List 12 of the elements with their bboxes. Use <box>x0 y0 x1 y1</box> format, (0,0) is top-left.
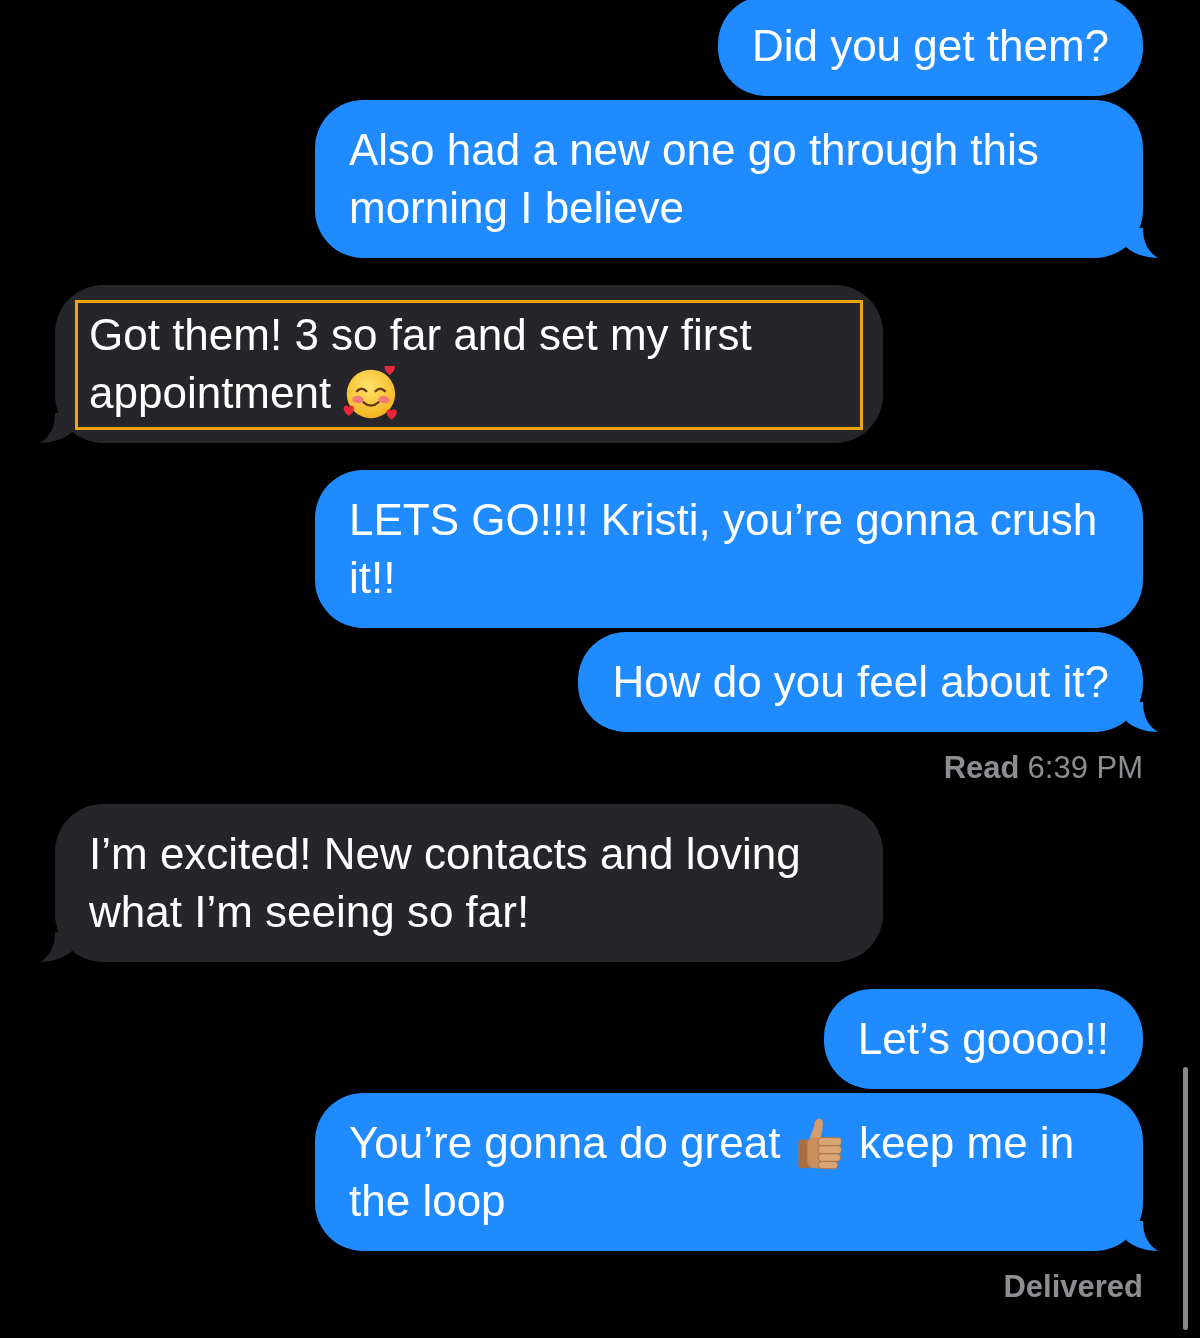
receipt-time: 6:39 PM <box>1027 750 1143 786</box>
message-text: Got them! 3 so far and set my first appointment <box>89 306 849 422</box>
receipt-status: Read <box>943 750 1020 786</box>
message-text: LETS GO!!!! Kristi, you’re gonna crush it!! <box>349 494 1099 604</box>
smiling-face-with-hearts-icon <box>343 366 398 420</box>
message-text: You’re gonna do great keep me in the loop <box>349 1115 1076 1227</box>
message-text: How do you feel about it? <box>612 656 1109 708</box>
message-text: Let’s goooo!! <box>857 1013 1109 1065</box>
receipt-status: Delivered <box>1003 1269 1143 1305</box>
message-text: I’m excited! New contacts and loving what I’m seeing so far! <box>89 828 802 938</box>
message-text: Also had a new one go through this morning I believe <box>349 124 1040 234</box>
message-text: Did you get them? <box>751 20 1109 72</box>
